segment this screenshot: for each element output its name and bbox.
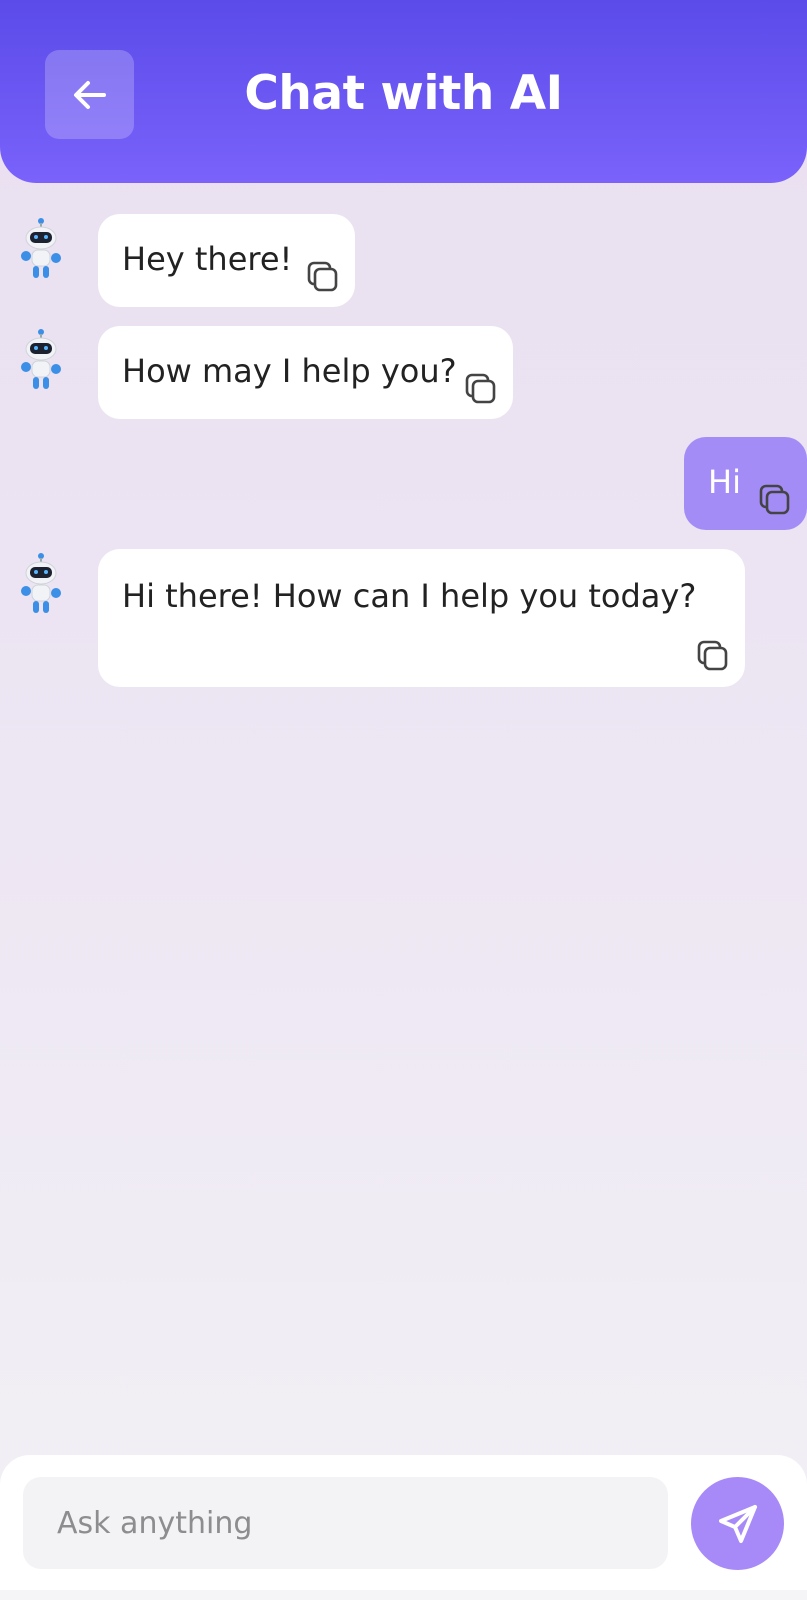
message-composer: [0, 1455, 807, 1600]
message-bubble-bot: Hi there! How can I help you today?: [98, 549, 745, 687]
message-text: Hi: [708, 463, 741, 501]
copy-icon[interactable]: [464, 372, 498, 406]
message-text: Hey there!: [122, 240, 293, 278]
send-icon: [718, 1504, 757, 1543]
message-text: Hi there! How can I help you today?: [122, 577, 697, 615]
bot-avatar: [18, 216, 64, 282]
message-bubble-user: Hi: [684, 437, 807, 530]
copy-icon[interactable]: [758, 483, 792, 517]
message-bubble-bot: How may I help you?: [98, 326, 513, 419]
copy-icon[interactable]: [696, 639, 730, 673]
bot-avatar: [18, 327, 64, 393]
ask-input[interactable]: [23, 1477, 668, 1569]
back-button[interactable]: [45, 50, 134, 139]
page-title: Chat with AI: [244, 66, 563, 121]
send-button[interactable]: [691, 1477, 784, 1570]
copy-icon[interactable]: [306, 260, 340, 294]
bottom-edge: [0, 1590, 807, 1600]
arrow-left-icon: [73, 80, 106, 109]
bot-avatar: [18, 551, 64, 617]
message-bubble-bot: Hey there!: [98, 214, 355, 307]
message-text: How may I help you?: [122, 352, 457, 390]
app-header: Chat with AI: [0, 0, 807, 183]
